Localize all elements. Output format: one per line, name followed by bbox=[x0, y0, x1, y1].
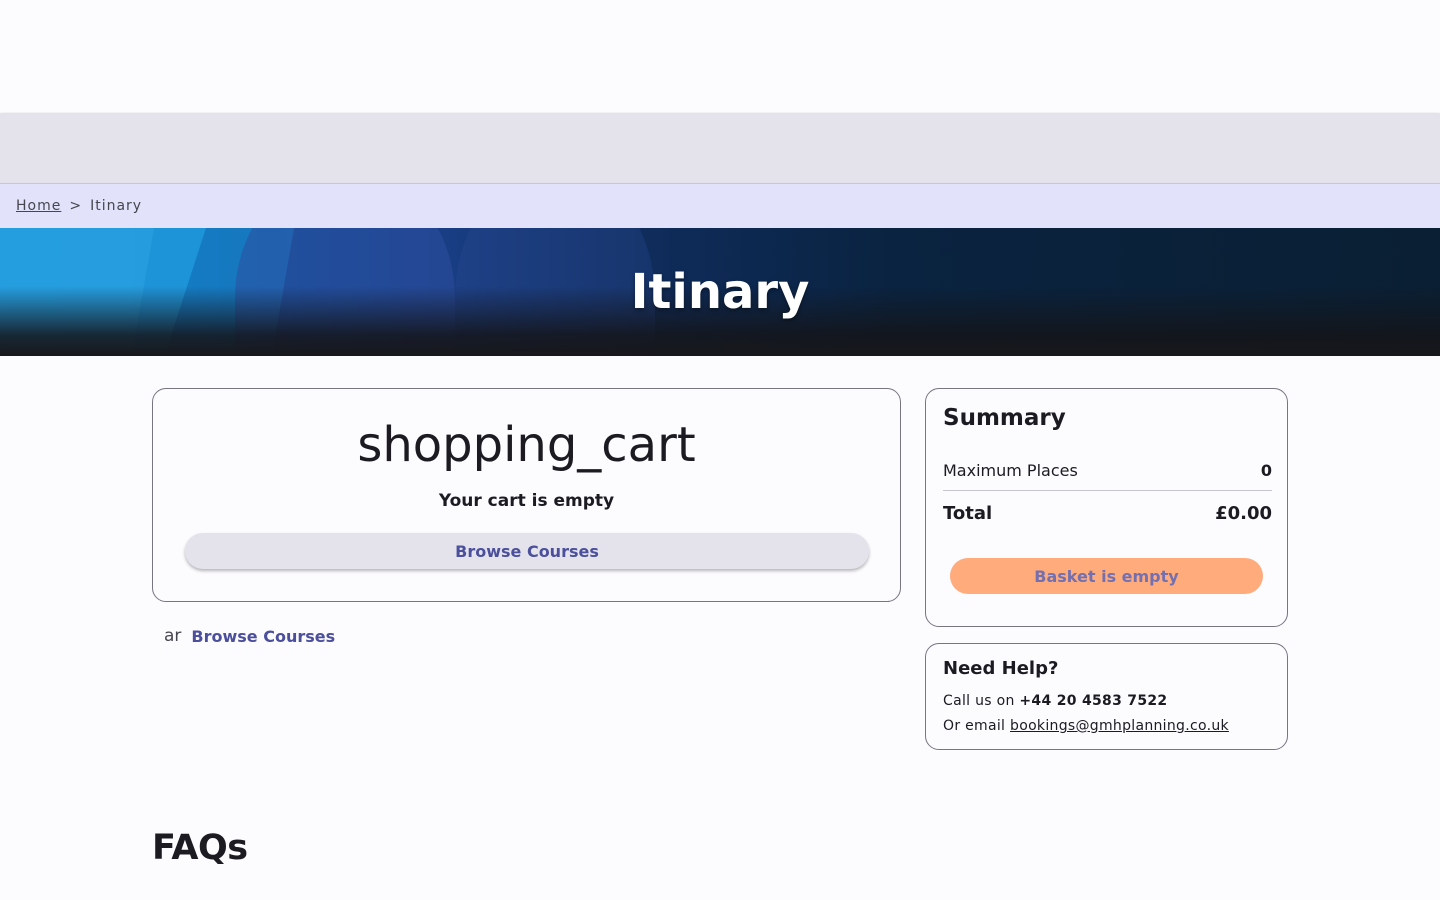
email-link[interactable]: bookings@gmhplanning.co.uk bbox=[1010, 718, 1229, 734]
browse-courses-row: ar Browse Courses bbox=[164, 625, 335, 647]
page-title: Itinary bbox=[630, 264, 810, 320]
arrow-icon-fallback-text: ar bbox=[164, 626, 182, 646]
shopping-cart-icon: shopping_cart bbox=[357, 417, 696, 473]
cart-empty-message: Your cart is empty bbox=[438, 491, 615, 511]
browse-courses-link[interactable]: Browse Courses bbox=[191, 627, 335, 646]
faqs-heading: FAQs bbox=[152, 828, 248, 868]
top-header bbox=[0, 0, 1440, 112]
phone-number[interactable]: +44 20 4583 7522 bbox=[1019, 693, 1167, 709]
nav-bar bbox=[0, 113, 1440, 184]
call-prefix: Call us on bbox=[943, 693, 1015, 709]
breadcrumb: Home > Itinary bbox=[0, 184, 1440, 228]
help-panel: Need Help? Call us on +44 20 4583 7522 O… bbox=[925, 643, 1288, 750]
max-places-label: Maximum Places bbox=[943, 461, 1078, 480]
help-title: Need Help? bbox=[943, 658, 1059, 679]
summary-panel: Summary Maximum Places 0 Total £0.00 Bas… bbox=[925, 388, 1288, 627]
breadcrumb-separator: > bbox=[69, 198, 83, 214]
checkout-button[interactable]: Basket is empty bbox=[950, 558, 1263, 594]
email-prefix: Or email bbox=[943, 718, 1006, 734]
breadcrumb-current: Itinary bbox=[90, 198, 143, 214]
total-label: Total bbox=[943, 503, 993, 524]
divider bbox=[943, 490, 1272, 491]
browse-courses-button[interactable]: Browse Courses bbox=[185, 533, 869, 569]
hero-banner: Itinary bbox=[0, 228, 1440, 356]
max-places-value: 0 bbox=[1260, 461, 1272, 480]
max-places-row: Maximum Places 0 bbox=[943, 461, 1272, 480]
total-value: £0.00 bbox=[1215, 503, 1272, 524]
help-call-line: Call us on +44 20 4583 7522 bbox=[943, 693, 1167, 709]
total-row: Total £0.00 bbox=[943, 503, 1272, 524]
breadcrumb-home-link[interactable]: Home bbox=[16, 198, 61, 214]
cart-panel: shopping_cart Your cart is empty Browse … bbox=[152, 388, 901, 602]
summary-title: Summary bbox=[943, 405, 1066, 431]
help-email-line: Or email bookings@gmhplanning.co.uk bbox=[943, 718, 1229, 734]
